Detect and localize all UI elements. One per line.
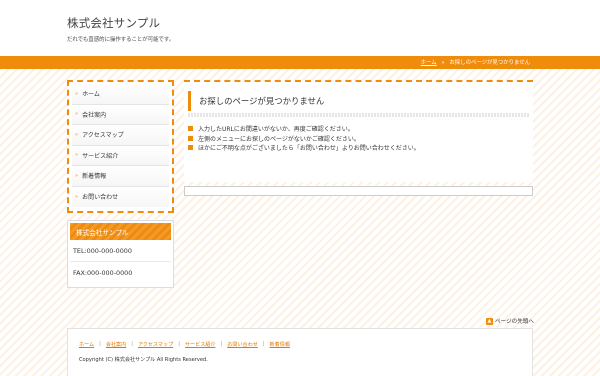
empty-content-box xyxy=(184,186,533,196)
message-text: ほかにご不明な点がございましたら「お問い合わせ」よりお問い合わせください。 xyxy=(198,145,420,153)
chevron-right-icon: » xyxy=(75,131,79,138)
breadcrumb-separator: » xyxy=(441,60,445,66)
chevron-right-icon: » xyxy=(75,111,79,118)
sidebar-item-label: ホーム xyxy=(82,91,100,99)
sidebar-item-access-map[interactable]: » アクセスマップ xyxy=(72,125,169,146)
footer-link-home[interactable]: ホーム xyxy=(79,341,94,348)
sidebar-item-news[interactable]: » 新着情報 xyxy=(72,166,169,187)
sidebar-item-label: アクセスマップ xyxy=(82,132,124,140)
company-tel: TEL:000-000-0000 xyxy=(70,240,171,262)
breadcrumb-current: お探しのページが見つかりません xyxy=(449,60,530,66)
page-title: お探しのページが見つかりません xyxy=(188,91,529,111)
chevron-right-icon: » xyxy=(75,90,79,97)
site-description: だれでも直感的に操作することが可能です。 xyxy=(67,37,175,43)
sidebar-item-home[interactable]: » ホーム xyxy=(72,84,169,105)
list-item: 入力したURLにお間違いがないか、再度ご確認ください。 xyxy=(188,124,420,134)
chevron-right-icon: » xyxy=(75,172,79,179)
sidebar-item-contact[interactable]: » お問い合わせ xyxy=(72,186,169,207)
footer-links: ホーム | 会社案内 | アクセスマップ | サービス紹介 | お問い合わせ |… xyxy=(79,341,290,348)
company-name: 株式会社サンプル xyxy=(70,223,171,240)
square-bullet-icon xyxy=(188,126,193,132)
page-top-label: ページの先頭へ xyxy=(494,319,534,325)
footer-link-services[interactable]: サービス紹介 xyxy=(185,341,216,348)
page-top-link[interactable]: ▲ ページの先頭へ xyxy=(485,317,534,325)
sidebar-menu: » ホーム » 会社案内 » アクセスマップ » サービス紹介 » 新着情報 »… xyxy=(67,80,174,213)
sidebar-item-company[interactable]: » 会社案内 xyxy=(72,104,169,125)
copyright: Copyright (C) 株式会社サンプル All Rights Reserv… xyxy=(79,357,208,363)
footer-separator: | xyxy=(99,341,101,347)
arrow-up-icon: ▲ xyxy=(485,317,493,325)
footer-separator: | xyxy=(262,341,265,347)
footer-separator: | xyxy=(220,341,223,347)
message-text: 入力したURLにお間違いがないか、再度ご確認ください。 xyxy=(198,126,354,134)
breadcrumb-home-link[interactable]: ホーム xyxy=(421,60,437,66)
footer-separator: | xyxy=(178,341,180,347)
nav-bar: ホーム » お探しのページが見つかりません xyxy=(0,56,600,69)
footer-link-news[interactable]: 新着情報 xyxy=(270,341,290,348)
list-item: 左側のメニューにお探しのページがないかご確認ください。 xyxy=(188,134,420,144)
site-title[interactable]: 株式会社サンプル xyxy=(67,15,160,31)
message-text: 左側のメニューにお探しのページがないかご確認ください。 xyxy=(198,135,360,143)
company-fax: FAX:000-000-0000 xyxy=(73,269,133,277)
square-bullet-icon xyxy=(188,135,193,141)
chevron-right-icon: » xyxy=(75,152,79,159)
company-info-box: 株式会社サンプル TEL:000-000-0000 FAX:000-000-00… xyxy=(67,220,174,288)
sidebar-item-services[interactable]: » サービス紹介 xyxy=(72,145,169,166)
heading-divider xyxy=(188,113,529,117)
square-bullet-icon xyxy=(188,145,193,151)
header: 株式会社サンプル だれでも直感的に操作することが可能です。 xyxy=(0,0,600,56)
sidebar-item-label: 新着情報 xyxy=(82,173,107,181)
footer-link-contact[interactable]: お問い合わせ xyxy=(227,341,258,348)
footer-link-access-map[interactable]: アクセスマップ xyxy=(138,341,173,348)
sidebar-item-label: お問い合わせ xyxy=(82,194,119,202)
chevron-right-icon: » xyxy=(75,193,79,200)
main-content: お探しのページが見つかりません 入力したURLにお間違いがないか、再度ご確認くだ… xyxy=(184,80,533,182)
breadcrumb: ホーム » お探しのページが見つかりません xyxy=(421,58,530,66)
footer-separator: | xyxy=(131,341,133,347)
footer-link-company[interactable]: 会社案内 xyxy=(106,341,126,348)
sidebar-item-label: 会社案内 xyxy=(82,111,107,119)
message-list: 入力したURLにお間違いがないか、再度ご確認ください。 左側のメニューにお探しの… xyxy=(188,124,420,153)
list-item: ほかにご不明な点がございましたら「お問い合わせ」よりお問い合わせください。 xyxy=(188,143,420,153)
sidebar-item-label: サービス紹介 xyxy=(82,152,119,160)
footer: ホーム | 会社案内 | アクセスマップ | サービス紹介 | お問い合わせ |… xyxy=(67,328,533,376)
